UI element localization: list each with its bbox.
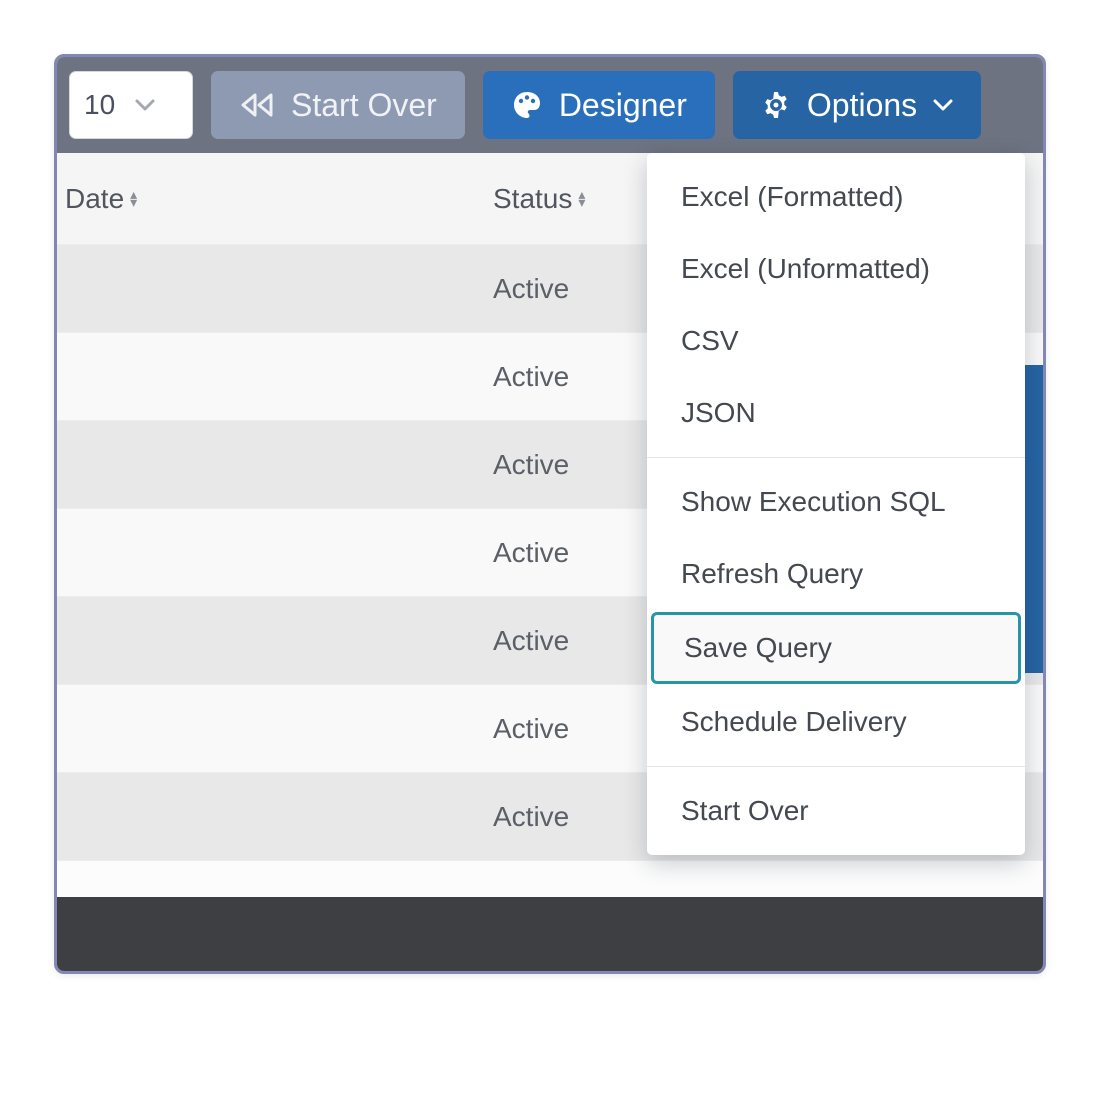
app-window: 10 Start Over Designer Options	[54, 54, 1046, 974]
toolbar: 10 Start Over Designer Options	[57, 57, 1043, 153]
chevron-down-icon	[933, 98, 953, 112]
options-menu-item[interactable]: Save Query	[651, 612, 1021, 684]
footer-bar	[57, 897, 1043, 971]
options-menu-item[interactable]: Show Execution SQL	[647, 466, 1025, 538]
gear-icon	[761, 90, 791, 120]
options-menu-item[interactable]: CSV	[647, 305, 1025, 377]
dropdown-divider	[647, 457, 1025, 458]
sort-icon: ▴▾	[578, 191, 585, 206]
sort-icon: ▴▾	[130, 191, 137, 206]
page-size-select[interactable]: 10	[69, 71, 193, 139]
column-header-date[interactable]: Date ▴▾	[57, 183, 493, 215]
options-menu-item[interactable]: Refresh Query	[647, 538, 1025, 610]
designer-label: Designer	[559, 87, 687, 124]
options-menu-item[interactable]: Excel (Formatted)	[647, 161, 1025, 233]
column-header-status-label: Status	[493, 183, 572, 215]
dropdown-divider	[647, 766, 1025, 767]
start-over-button[interactable]: Start Over	[211, 71, 465, 139]
options-menu-item[interactable]: Start Over	[647, 775, 1025, 847]
options-menu-item[interactable]: JSON	[647, 377, 1025, 449]
options-label: Options	[807, 87, 917, 124]
options-menu-item[interactable]: Excel (Unformatted)	[647, 233, 1025, 305]
start-over-label: Start Over	[291, 87, 437, 124]
column-header-date-label: Date	[65, 183, 124, 215]
designer-button[interactable]: Designer	[483, 71, 715, 139]
page-size-value: 10	[84, 89, 115, 121]
rewind-icon	[239, 91, 275, 119]
options-dropdown: Excel (Formatted)Excel (Unformatted)CSVJ…	[647, 153, 1025, 855]
caret-down-icon	[135, 98, 155, 112]
options-button[interactable]: Options	[733, 71, 981, 139]
options-menu-item[interactable]: Schedule Delivery	[647, 686, 1025, 758]
palette-icon	[511, 89, 543, 121]
